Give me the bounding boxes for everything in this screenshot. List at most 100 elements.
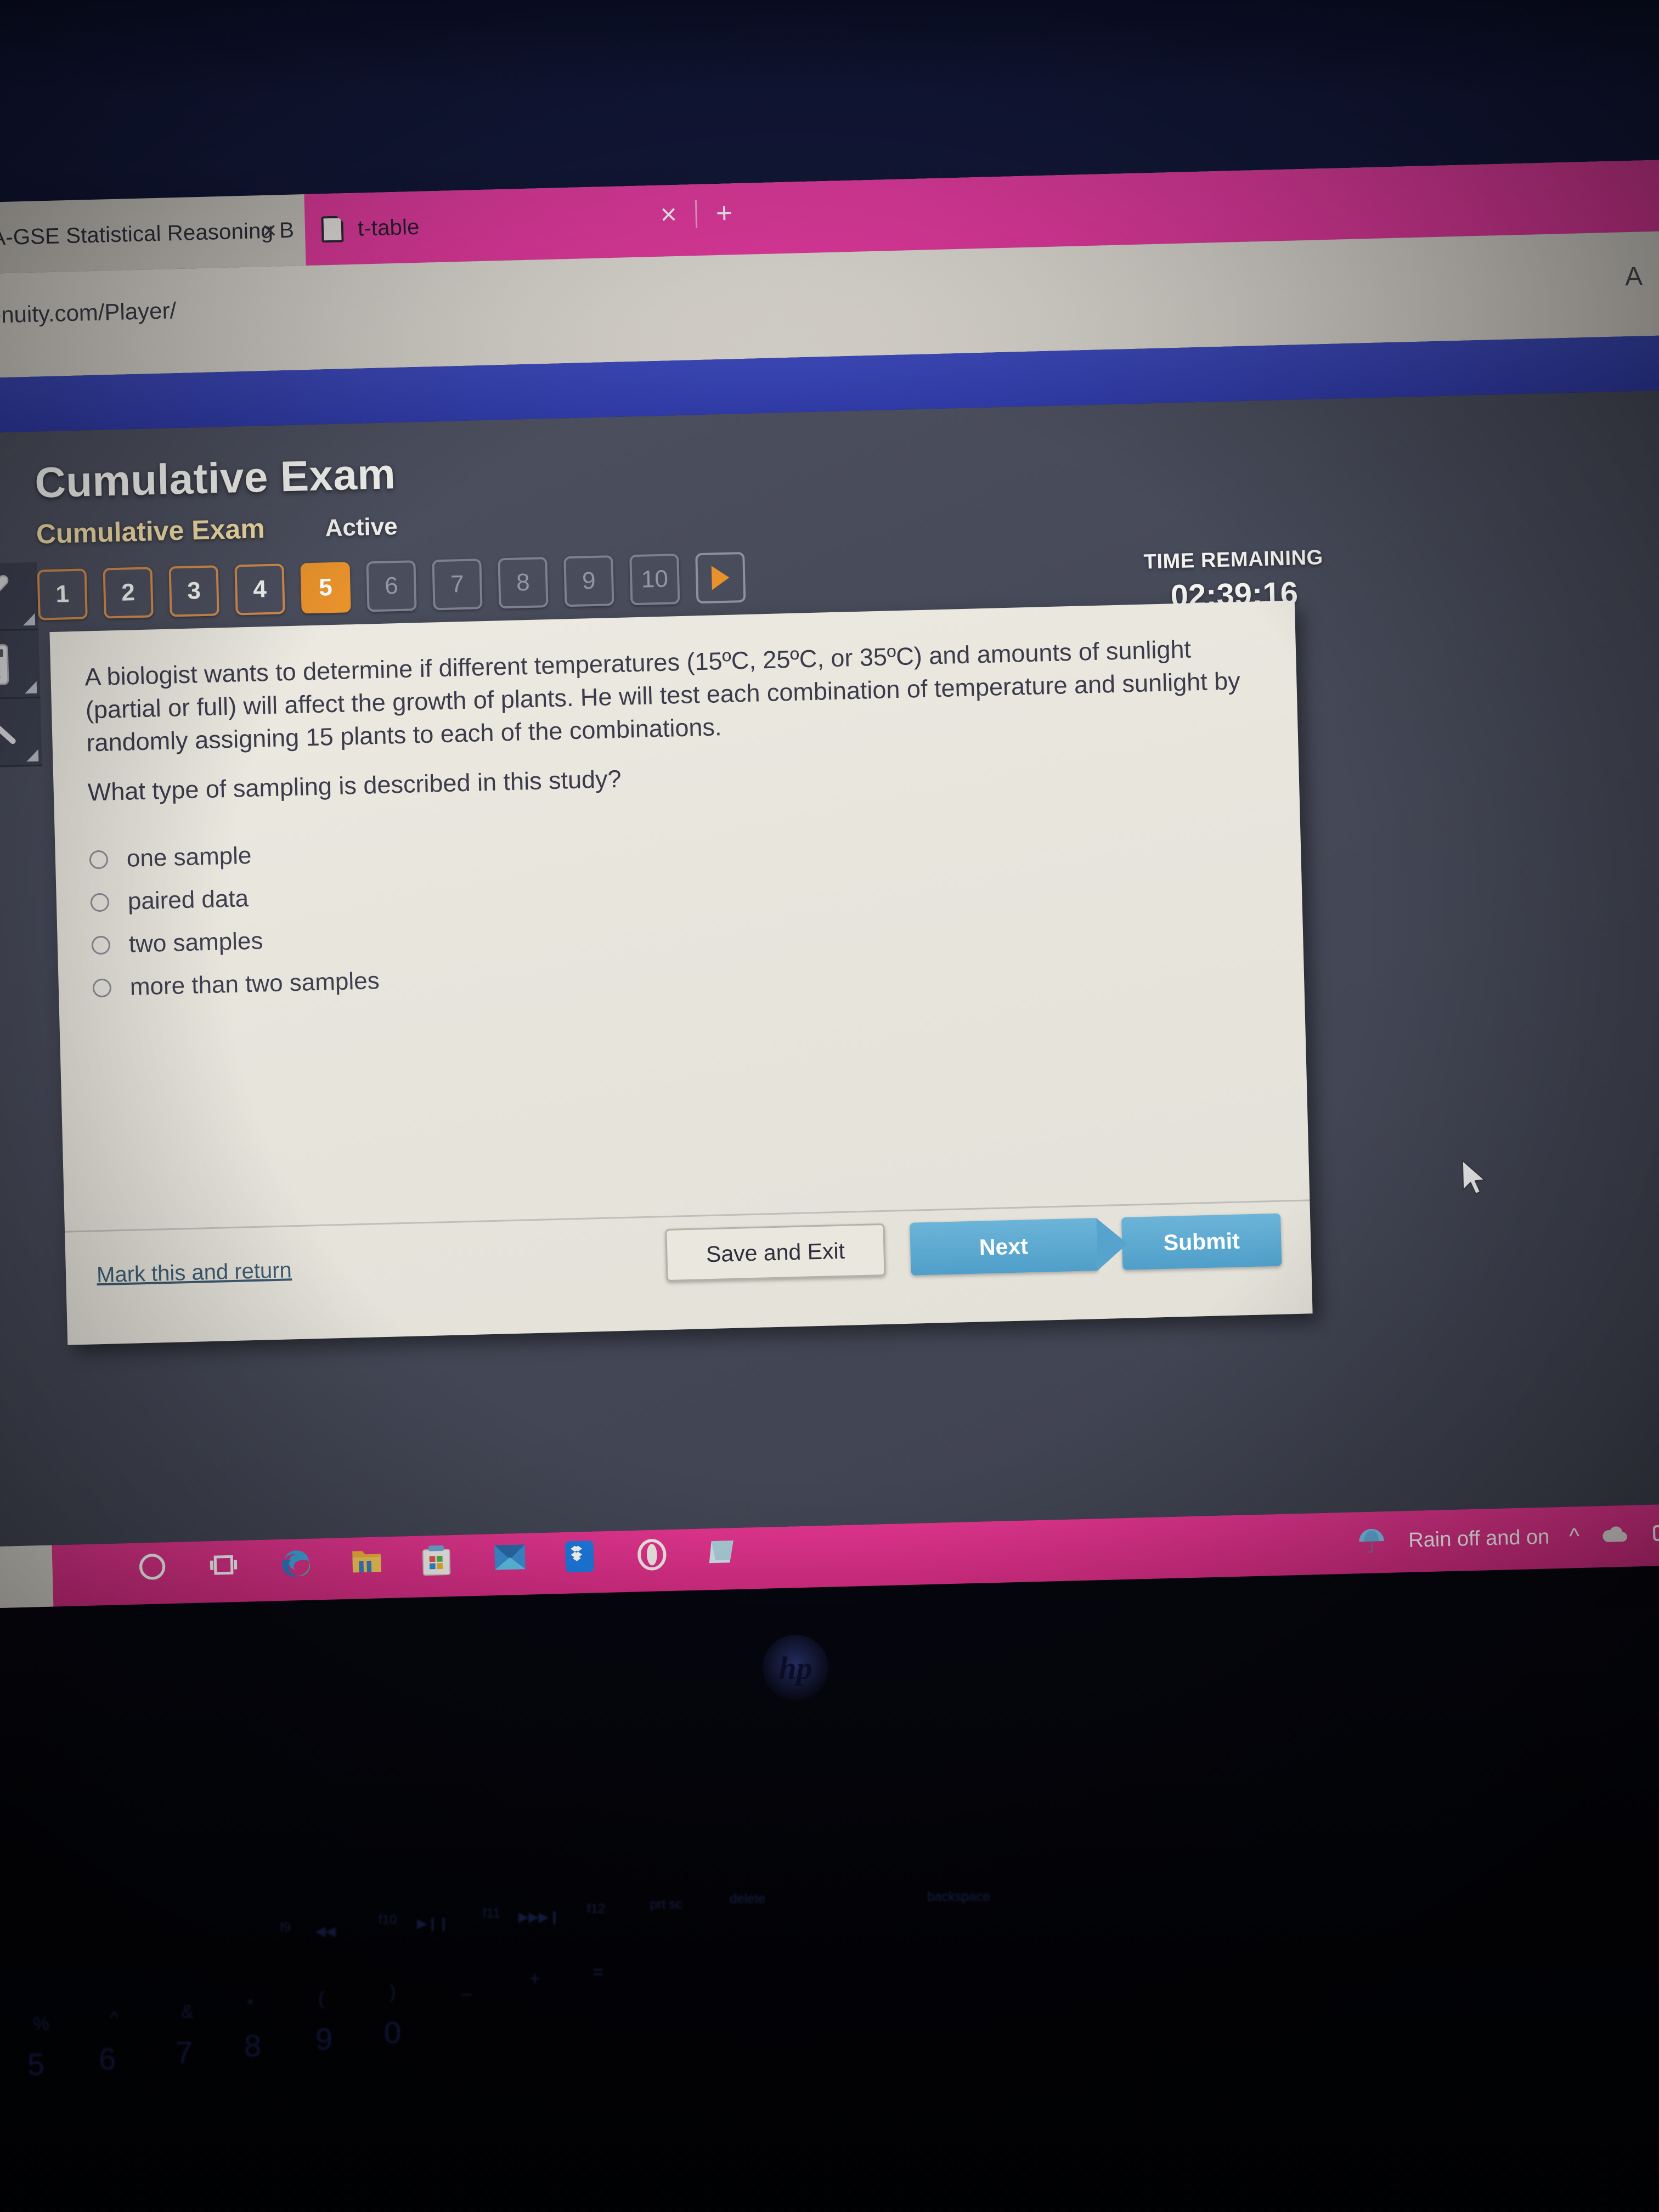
mouse-cursor (1462, 1160, 1486, 1195)
mail-icon[interactable] (492, 1541, 529, 1578)
umbrella-icon[interactable] (1356, 1525, 1389, 1558)
pager-item-5[interactable]: 5 (300, 562, 351, 614)
key-asterisk: * (247, 1995, 255, 2016)
tab-strip-controls: × + (660, 197, 733, 231)
key-7: 7 (176, 2035, 193, 2069)
choice-two-samples[interactable]: two samples (91, 917, 379, 967)
key-paren-close: ) (390, 1982, 396, 2002)
pager-item-7[interactable]: 7 (432, 558, 483, 611)
tool-rail (0, 562, 42, 769)
dropbox-icon[interactable] (563, 1539, 601, 1576)
exam-page: Cumulative Exam Cumulative Exam Active 1… (0, 388, 1659, 1548)
laptop-keyboard: f9 ◀◀ f10 ▶❙❙ f11 ▶▶▶❙ f12 prt sc delete… (0, 1889, 1659, 2212)
key-8: 8 (244, 2028, 262, 2063)
radio-button[interactable] (91, 935, 111, 955)
choice-paired-data[interactable]: paired data (90, 874, 378, 924)
submit-button[interactable]: Submit (1121, 1213, 1282, 1270)
show-hidden-icons-chevron[interactable]: ^ (1569, 1524, 1580, 1548)
calculator-icon (0, 644, 9, 686)
pager-item-1[interactable]: 1 (37, 568, 88, 620)
key-paren-open: ( (318, 1988, 325, 2009)
choice-label: two samples (128, 927, 263, 958)
key-underscore: _ (461, 1975, 471, 1996)
key-percent: % (33, 2013, 50, 2034)
onedrive-cloud-icon[interactable] (1599, 1522, 1631, 1548)
question-stem: A biologist wants to determine if differ… (84, 635, 1241, 757)
choice-label: paired data (127, 885, 249, 915)
pager-item-3[interactable]: 3 (168, 565, 219, 617)
next-button[interactable]: Next (910, 1218, 1098, 1276)
cortana-circle-icon[interactable] (136, 1550, 173, 1587)
page-title: Cumulative Exam (34, 449, 397, 507)
pager-item-8[interactable]: 8 (498, 557, 549, 609)
radio-button[interactable] (92, 978, 112, 998)
microsoft-store-icon[interactable] (421, 1543, 458, 1580)
key-5: 5 (27, 2047, 45, 2081)
taskbar-icon-group (136, 1536, 743, 1587)
laptop-screen: GA-GSE Statistical Reasoning B × t-table… (0, 158, 1659, 1610)
save-and-exit-button[interactable]: Save and Exit (665, 1223, 886, 1282)
browser-toolbar-icons: A ☆ (1624, 262, 1659, 291)
choice-label: more than two samples (129, 967, 380, 1001)
start-button[interactable] (0, 1545, 54, 1609)
close-icon[interactable]: × (660, 199, 678, 231)
key-delete: delete (730, 1892, 766, 1906)
key-9: 9 (315, 2022, 333, 2056)
pager-item-2[interactable]: 2 (103, 567, 154, 619)
play-arrow-icon (711, 565, 730, 590)
question-prompt: What type of sampling is described in th… (87, 764, 622, 806)
file-explorer-icon[interactable] (349, 1544, 387, 1582)
radio-button[interactable] (89, 850, 109, 870)
status-badge: Active (325, 513, 398, 542)
task-view-icon[interactable] (207, 1548, 244, 1585)
question-pager: 1 2 3 4 5 6 7 8 9 10 (37, 552, 746, 620)
lesson-label: Cumulative Exam (36, 513, 266, 550)
choice-one-sample[interactable]: one sample (89, 831, 377, 881)
key-f10: f10 (379, 1912, 397, 1927)
key-plus: + (529, 1968, 540, 1989)
pager-next-page-button[interactable] (695, 552, 746, 604)
key-f11: f11 (483, 1906, 500, 1921)
new-tab-icon[interactable]: + (715, 197, 733, 229)
exam-subheader: Cumulative Exam Active (36, 509, 398, 550)
answer-choices: one sample paired data two samples more … (89, 831, 380, 1009)
browser-tab-2-title: t-table (357, 215, 420, 241)
key-ampersand: & (181, 2001, 194, 2022)
key-f9: f9 (280, 1920, 291, 1935)
key-play-pause-icon: ▶❙❙ (417, 1916, 449, 1931)
read-aloud-icon[interactable]: A (1624, 262, 1643, 291)
microsoft-edge-icon[interactable] (278, 1546, 315, 1583)
radio-button[interactable] (90, 893, 110, 912)
opera-gx-icon[interactable] (635, 1537, 672, 1575)
choice-label: one sample (126, 842, 252, 872)
browser-tab-1[interactable]: GA-GSE Statistical Reasoning B × (0, 194, 306, 275)
card-action-buttons: Save and Exit Next Submit (665, 1213, 1282, 1282)
key-6: 6 (99, 2041, 116, 2076)
browser-tab-1-title: GA-GSE Statistical Reasoning B (0, 218, 295, 250)
document-icon (321, 216, 343, 242)
key-next-track-icon: ▶▶▶❙ (518, 1910, 560, 1925)
pager-item-6[interactable]: 6 (366, 560, 417, 612)
notepad-icon[interactable] (706, 1536, 743, 1573)
system-tray: Rain off and on ^ (1356, 1516, 1659, 1558)
mark-this-and-return-link[interactable]: Mark this and return (97, 1258, 292, 1288)
highlighter-tool[interactable] (0, 562, 39, 633)
divider (695, 200, 698, 228)
pager-item-4[interactable]: 4 (234, 563, 285, 616)
key-f12: f12 (587, 1901, 606, 1916)
key-prt-sc: prt sc (650, 1897, 682, 1912)
key-caret: ^ (110, 2008, 119, 2029)
address-input[interactable]: rn.edgenuity.com/Player/ (0, 297, 177, 330)
meet-now-icon[interactable] (1650, 1520, 1659, 1548)
weather-status-text[interactable]: Rain off and on (1408, 1525, 1550, 1552)
question-card: A biologist wants to determine if differ… (49, 600, 1313, 1345)
collapse-tool[interactable] (0, 698, 42, 769)
laptop-photo: GA-GSE Statistical Reasoning B × t-table… (0, 0, 1659, 2212)
hp-brand-logo: hp (763, 1635, 828, 1701)
pager-item-10[interactable]: 10 (629, 554, 680, 606)
key-equals: = (592, 1962, 603, 1983)
close-icon[interactable]: × (262, 217, 277, 244)
calculator-tool[interactable] (0, 630, 41, 701)
pager-item-9[interactable]: 9 (563, 555, 614, 607)
choice-more-than-two-samples[interactable]: more than two samples (92, 960, 380, 1009)
